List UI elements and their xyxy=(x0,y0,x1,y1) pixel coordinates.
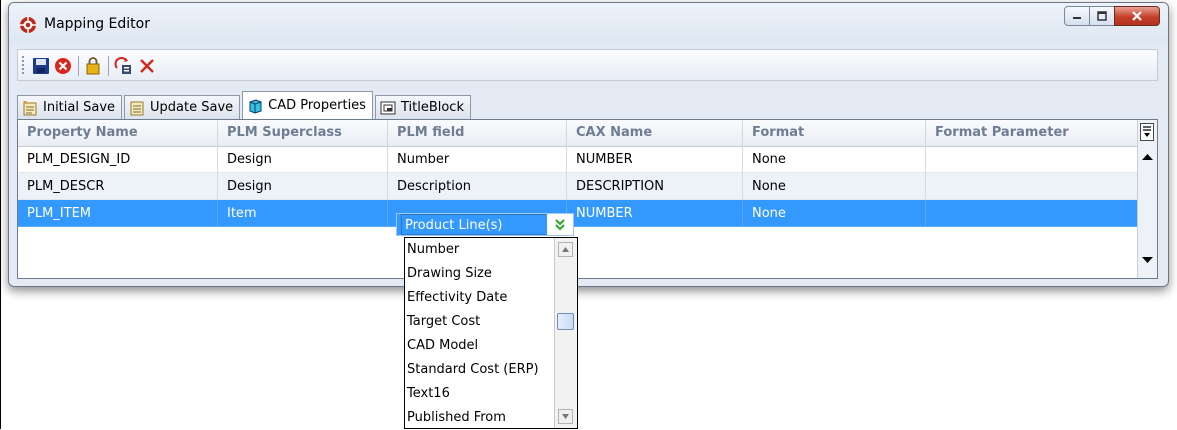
scroll-up-arrow-icon[interactable] xyxy=(1142,153,1153,161)
maximize-button[interactable] xyxy=(1089,6,1115,26)
toolbar-grip[interactable] xyxy=(22,56,24,76)
dropdown-option-number[interactable]: Number xyxy=(405,238,459,262)
property-grid: Property Name PLM Superclass PLM field C… xyxy=(17,119,1158,279)
dropdown-option-text16[interactable]: Text16 xyxy=(405,382,450,406)
cell-format-parameter[interactable] xyxy=(926,146,1139,173)
dropdown-option-target-cost[interactable]: Target Cost xyxy=(405,310,480,334)
tab-strip: Initial Save Update Save CAD Properties … xyxy=(17,91,473,119)
cell-property-name[interactable]: PLM_DESIGN_ID xyxy=(18,146,218,173)
column-header-format-parameter[interactable]: Format Parameter xyxy=(926,120,1139,146)
tab-label: Initial Save xyxy=(43,100,116,115)
plm-field-combobox-value[interactable]: Product Line(s) xyxy=(401,214,546,235)
column-header-cax-name[interactable]: CAX Name xyxy=(567,120,743,146)
toolbar-separator xyxy=(78,56,79,76)
dropdown-option-published-from[interactable]: Published From xyxy=(405,406,506,430)
column-header-plm-superclass[interactable]: PLM Superclass xyxy=(218,120,388,146)
dropdown-scroll-up-button[interactable] xyxy=(558,242,573,257)
toolbar-separator xyxy=(108,56,109,76)
tab-initial-save[interactable]: Initial Save xyxy=(17,95,123,119)
titleblock-icon xyxy=(380,101,396,114)
minimize-icon xyxy=(1073,17,1081,19)
title-bar[interactable]: Mapping Editor xyxy=(9,3,1168,43)
column-header-format[interactable]: Format xyxy=(743,120,926,146)
dropdown-option-cad-model[interactable]: CAD Model xyxy=(405,334,478,358)
toolbar xyxy=(17,49,1158,81)
table-row[interactable]: PLM_DESCR Design Description DESCRIPTION… xyxy=(18,173,1139,200)
left-border-line xyxy=(0,0,1,429)
update-save-icon xyxy=(130,101,144,115)
dropdown-scroll-thumb[interactable] xyxy=(557,313,574,330)
cube-icon xyxy=(249,98,262,114)
window-controls xyxy=(1064,6,1160,26)
double-chevron-down-icon xyxy=(555,218,565,230)
dropdown-option-standard-cost-erp[interactable]: Standard Cost (ERP) xyxy=(405,358,539,382)
maximize-icon xyxy=(1097,11,1107,21)
tab-cad-properties[interactable]: CAD Properties xyxy=(242,91,373,119)
cell-cax-name[interactable]: DESCRIPTION xyxy=(567,173,743,200)
scroll-down-arrow-icon xyxy=(562,414,569,419)
table-row[interactable]: PLM_DESIGN_ID Design Number NUMBER None xyxy=(18,146,1139,173)
table-row-selected[interactable]: PLM_ITEM Item NUMBER None xyxy=(18,200,1139,227)
cell-property-name[interactable]: PLM_ITEM xyxy=(18,200,218,227)
tab-label: CAD Properties xyxy=(268,98,366,113)
tab-update-save[interactable]: Update Save xyxy=(124,95,241,119)
grid-vertical-scrollbar[interactable] xyxy=(1137,120,1157,278)
dropdown-option-drawing-size[interactable]: Drawing Size xyxy=(405,262,492,286)
scroll-down-arrow-icon[interactable] xyxy=(1142,256,1153,264)
save-icon[interactable] xyxy=(32,57,50,75)
column-header-plm-field[interactable]: PLM field xyxy=(388,120,567,146)
lock-icon[interactable] xyxy=(84,57,102,75)
tab-label: Update Save xyxy=(150,100,234,115)
app-icon xyxy=(20,17,36,33)
cell-plm-superclass[interactable]: Item xyxy=(218,200,388,227)
tab-label: TitleBlock xyxy=(400,100,464,115)
dropdown-scroll-down-button[interactable] xyxy=(558,409,573,424)
plm-field-dropdown-list: Number Drawing Size Effectivity Date Tar… xyxy=(404,237,578,429)
dropdown-option-effectivity-date[interactable]: Effectivity Date xyxy=(405,286,507,310)
plm-field-combobox[interactable]: Product Line(s) xyxy=(396,213,574,236)
tab-titleblock[interactable]: TitleBlock xyxy=(374,95,471,119)
column-chooser-icon xyxy=(1143,126,1151,137)
cell-plm-field[interactable]: Description xyxy=(388,173,567,200)
cell-plm-superclass[interactable]: Design xyxy=(218,146,388,173)
cell-format[interactable]: None xyxy=(743,200,926,227)
delete-icon[interactable] xyxy=(138,57,156,75)
cell-format-parameter[interactable] xyxy=(926,173,1139,200)
column-header-property-name[interactable]: Property Name xyxy=(18,120,218,146)
cell-format[interactable]: None xyxy=(743,146,926,173)
cell-plm-field[interactable]: Number xyxy=(388,146,567,173)
column-chooser-button[interactable] xyxy=(1140,123,1154,141)
minimize-button[interactable] xyxy=(1064,6,1090,26)
refresh-mapping-icon[interactable] xyxy=(114,57,132,75)
cell-property-name[interactable]: PLM_DESCR xyxy=(18,173,218,200)
cell-cax-name[interactable]: NUMBER xyxy=(567,146,743,173)
window-title: Mapping Editor xyxy=(44,16,150,32)
initial-save-icon xyxy=(23,100,37,115)
mapping-editor-window: Mapping Editor Initial Save Update Save … xyxy=(8,2,1169,287)
cell-plm-superclass[interactable]: Design xyxy=(218,173,388,200)
cell-format[interactable]: None xyxy=(743,173,926,200)
close-button[interactable] xyxy=(1114,6,1160,26)
cancel-icon[interactable] xyxy=(54,57,72,75)
grid-header: Property Name PLM Superclass PLM field C… xyxy=(18,120,1139,147)
combobox-dropdown-button[interactable] xyxy=(547,214,573,235)
cell-format-parameter[interactable] xyxy=(926,200,1139,227)
dropdown-scrollbar[interactable] xyxy=(554,238,577,428)
scroll-up-arrow-icon xyxy=(562,247,569,252)
cell-cax-name[interactable]: NUMBER xyxy=(567,200,743,227)
close-icon xyxy=(1132,11,1142,21)
